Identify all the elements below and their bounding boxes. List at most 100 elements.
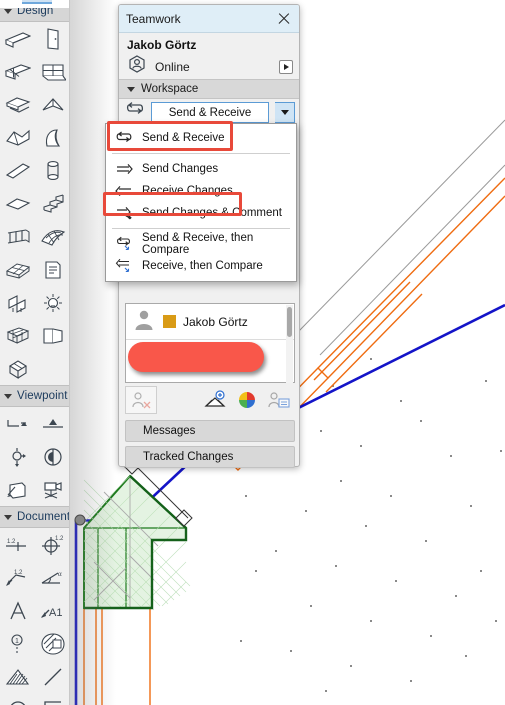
envelope-plus-icon[interactable] <box>199 386 231 414</box>
send-receive-dropdown-button[interactable] <box>275 102 295 123</box>
arc-circle-tool-icon[interactable] <box>0 693 35 705</box>
user-list-scrollbar[interactable] <box>286 305 293 383</box>
window-tool-icon[interactable] <box>0 55 35 88</box>
design-tool-grid[interactable] <box>0 22 69 385</box>
camera-tool-icon[interactable] <box>35 473 69 506</box>
menu-item-receive-changes[interactable]: Receive Changes <box>106 180 296 202</box>
orange-walls-lower <box>83 607 151 705</box>
toolbox-panel[interactable]: Design Viewpoint Document 1.2 1.2 1.2 α … <box>0 0 70 705</box>
menu-item-send-changes[interactable]: Send Changes <box>106 158 296 180</box>
screenshot-root: Design Viewpoint Document 1.2 1.2 1.2 α … <box>0 0 505 705</box>
toolbox-section-document[interactable]: Document <box>0 506 69 528</box>
railing-tool-icon[interactable] <box>0 220 35 253</box>
selected-element <box>74 474 191 611</box>
lamp-tool-icon[interactable] <box>35 286 69 319</box>
curtain-wall-tool-icon[interactable] <box>35 55 69 88</box>
arrow-right-icon <box>115 163 133 175</box>
column-tool-icon[interactable] <box>35 154 69 187</box>
svg-text:A1: A1 <box>49 607 62 619</box>
toolbox-section-label: Document <box>17 511 70 523</box>
menu-separator <box>112 153 290 154</box>
user-release-icon[interactable] <box>125 386 157 414</box>
menu-item-label: Receive Changes <box>142 185 233 197</box>
tracked-changes-section-label: Tracked Changes <box>143 451 234 463</box>
stair-tool-icon[interactable] <box>35 187 69 220</box>
user-hexagon-icon <box>127 54 147 79</box>
user-avatar-icon <box>132 307 156 336</box>
interior-elevation-tool-icon[interactable] <box>0 473 35 506</box>
object-tool-icon[interactable] <box>35 253 69 286</box>
menu-item-send-receive-compare[interactable]: Send & Receive, then Compare <box>106 232 296 256</box>
menu-item-label: Send Changes & Comment <box>142 207 282 219</box>
beam-tool-icon[interactable] <box>0 154 35 187</box>
teamwork-user-list[interactable]: Jakob Görtz <box>125 303 295 383</box>
roof-tool-icon[interactable] <box>35 88 69 121</box>
box-object-icon[interactable] <box>0 352 35 385</box>
messages-section[interactable]: Messages <box>125 420 295 442</box>
user-list-item-label: Jakob Görtz <box>183 314 248 329</box>
arrow-left-icon <box>115 185 133 197</box>
viewpoint-tool-grid[interactable] <box>0 407 69 506</box>
scrollbar-thumb[interactable] <box>287 307 292 337</box>
shell-tool-icon[interactable] <box>35 121 69 154</box>
wall-tool-icon[interactable] <box>0 22 35 55</box>
toolbox-section-label: Viewpoint <box>17 390 68 402</box>
menu-item-receive-compare[interactable]: Receive, then Compare <box>106 255 296 277</box>
active-tab-chip[interactable] <box>22 0 52 4</box>
chevron-down-icon <box>4 514 12 520</box>
zone-stamp-tool-icon[interactable]: 1 <box>0 627 35 660</box>
menu-item-label: Send & Receive <box>142 132 225 144</box>
chevron-down-icon <box>280 110 289 115</box>
line-tool-icon[interactable] <box>35 660 69 693</box>
user-list-item[interactable]: Jakob Görtz <box>126 304 294 340</box>
chevron-down-icon <box>4 393 12 399</box>
level-dimension-tool-icon[interactable]: 1.2 <box>35 528 69 561</box>
fill-tool-icon[interactable] <box>35 627 69 660</box>
user-details-icon[interactable] <box>263 386 295 414</box>
send-receive-dropdown-menu[interactable]: Send & Receive Send Changes Receive Chan… <box>105 123 297 282</box>
send-receive-arrows-icon <box>115 131 133 145</box>
zone-3d-tool-icon[interactable] <box>0 253 35 286</box>
color-pinwheel-icon[interactable] <box>231 386 263 414</box>
radial-dimension-tool-icon[interactable]: 1.2 <box>0 561 35 594</box>
messages-section-header[interactable]: Messages <box>125 420 295 442</box>
hatch-fill-tool-icon[interactable] <box>0 660 35 693</box>
door-tool-icon[interactable] <box>35 22 69 55</box>
curtain-system-tool-icon[interactable] <box>35 220 69 253</box>
panel-tool-icon[interactable] <box>35 319 69 352</box>
menu-item-label: Send & Receive, then Compare <box>142 232 254 256</box>
user-action-toolbar[interactable] <box>125 385 295 415</box>
polyline-tool-icon[interactable] <box>35 693 69 705</box>
linear-dimension-tool-icon[interactable]: 1.2 <box>0 528 35 561</box>
send-receive-button[interactable]: Send & Receive <box>151 102 269 123</box>
detail-tool-icon[interactable] <box>0 440 35 473</box>
label-tool-icon[interactable]: A1 <box>35 594 69 627</box>
grid-tool-icon[interactable] <box>0 319 35 352</box>
svg-text:1.2: 1.2 <box>14 570 23 576</box>
tracked-changes-section-header[interactable]: Tracked Changes <box>125 446 295 468</box>
receive-compare-icon <box>115 258 133 274</box>
online-status-row[interactable]: Online <box>119 54 299 79</box>
text-tool-icon[interactable] <box>0 594 35 627</box>
section-tool-icon[interactable] <box>0 407 35 440</box>
toolbox-section-viewpoint[interactable]: Viewpoint <box>0 385 69 407</box>
menu-item-send-changes-comment[interactable]: Send Changes & Comment <box>106 202 296 224</box>
document-tool-grid[interactable]: 1.2 1.2 1.2 α A1 1 <box>0 528 69 705</box>
menu-item-send-receive[interactable]: Send & Receive <box>106 127 296 149</box>
tracked-changes-section[interactable]: Tracked Changes <box>125 446 295 468</box>
toolbox-tab-strip[interactable] <box>0 0 69 8</box>
close-icon[interactable] <box>276 11 292 27</box>
stair-object-icon[interactable] <box>0 286 35 319</box>
mesh-tool-icon[interactable] <box>0 121 35 154</box>
send-receive-row[interactable]: Send & Receive <box>119 99 299 126</box>
worksheet-tool-icon[interactable] <box>35 440 69 473</box>
workspace-section-header[interactable]: Workspace <box>119 79 299 99</box>
angle-dimension-tool-icon[interactable]: α <box>35 561 69 594</box>
redacted-content-overlay <box>128 342 264 372</box>
elevation-tool-icon[interactable] <box>35 407 69 440</box>
slab-tool-icon[interactable] <box>0 88 35 121</box>
arrow-right-comment-icon <box>115 206 133 220</box>
svg-text:1.2: 1.2 <box>55 536 64 542</box>
morph-tool-icon[interactable] <box>0 187 35 220</box>
play-arrow-icon[interactable] <box>279 59 293 74</box>
